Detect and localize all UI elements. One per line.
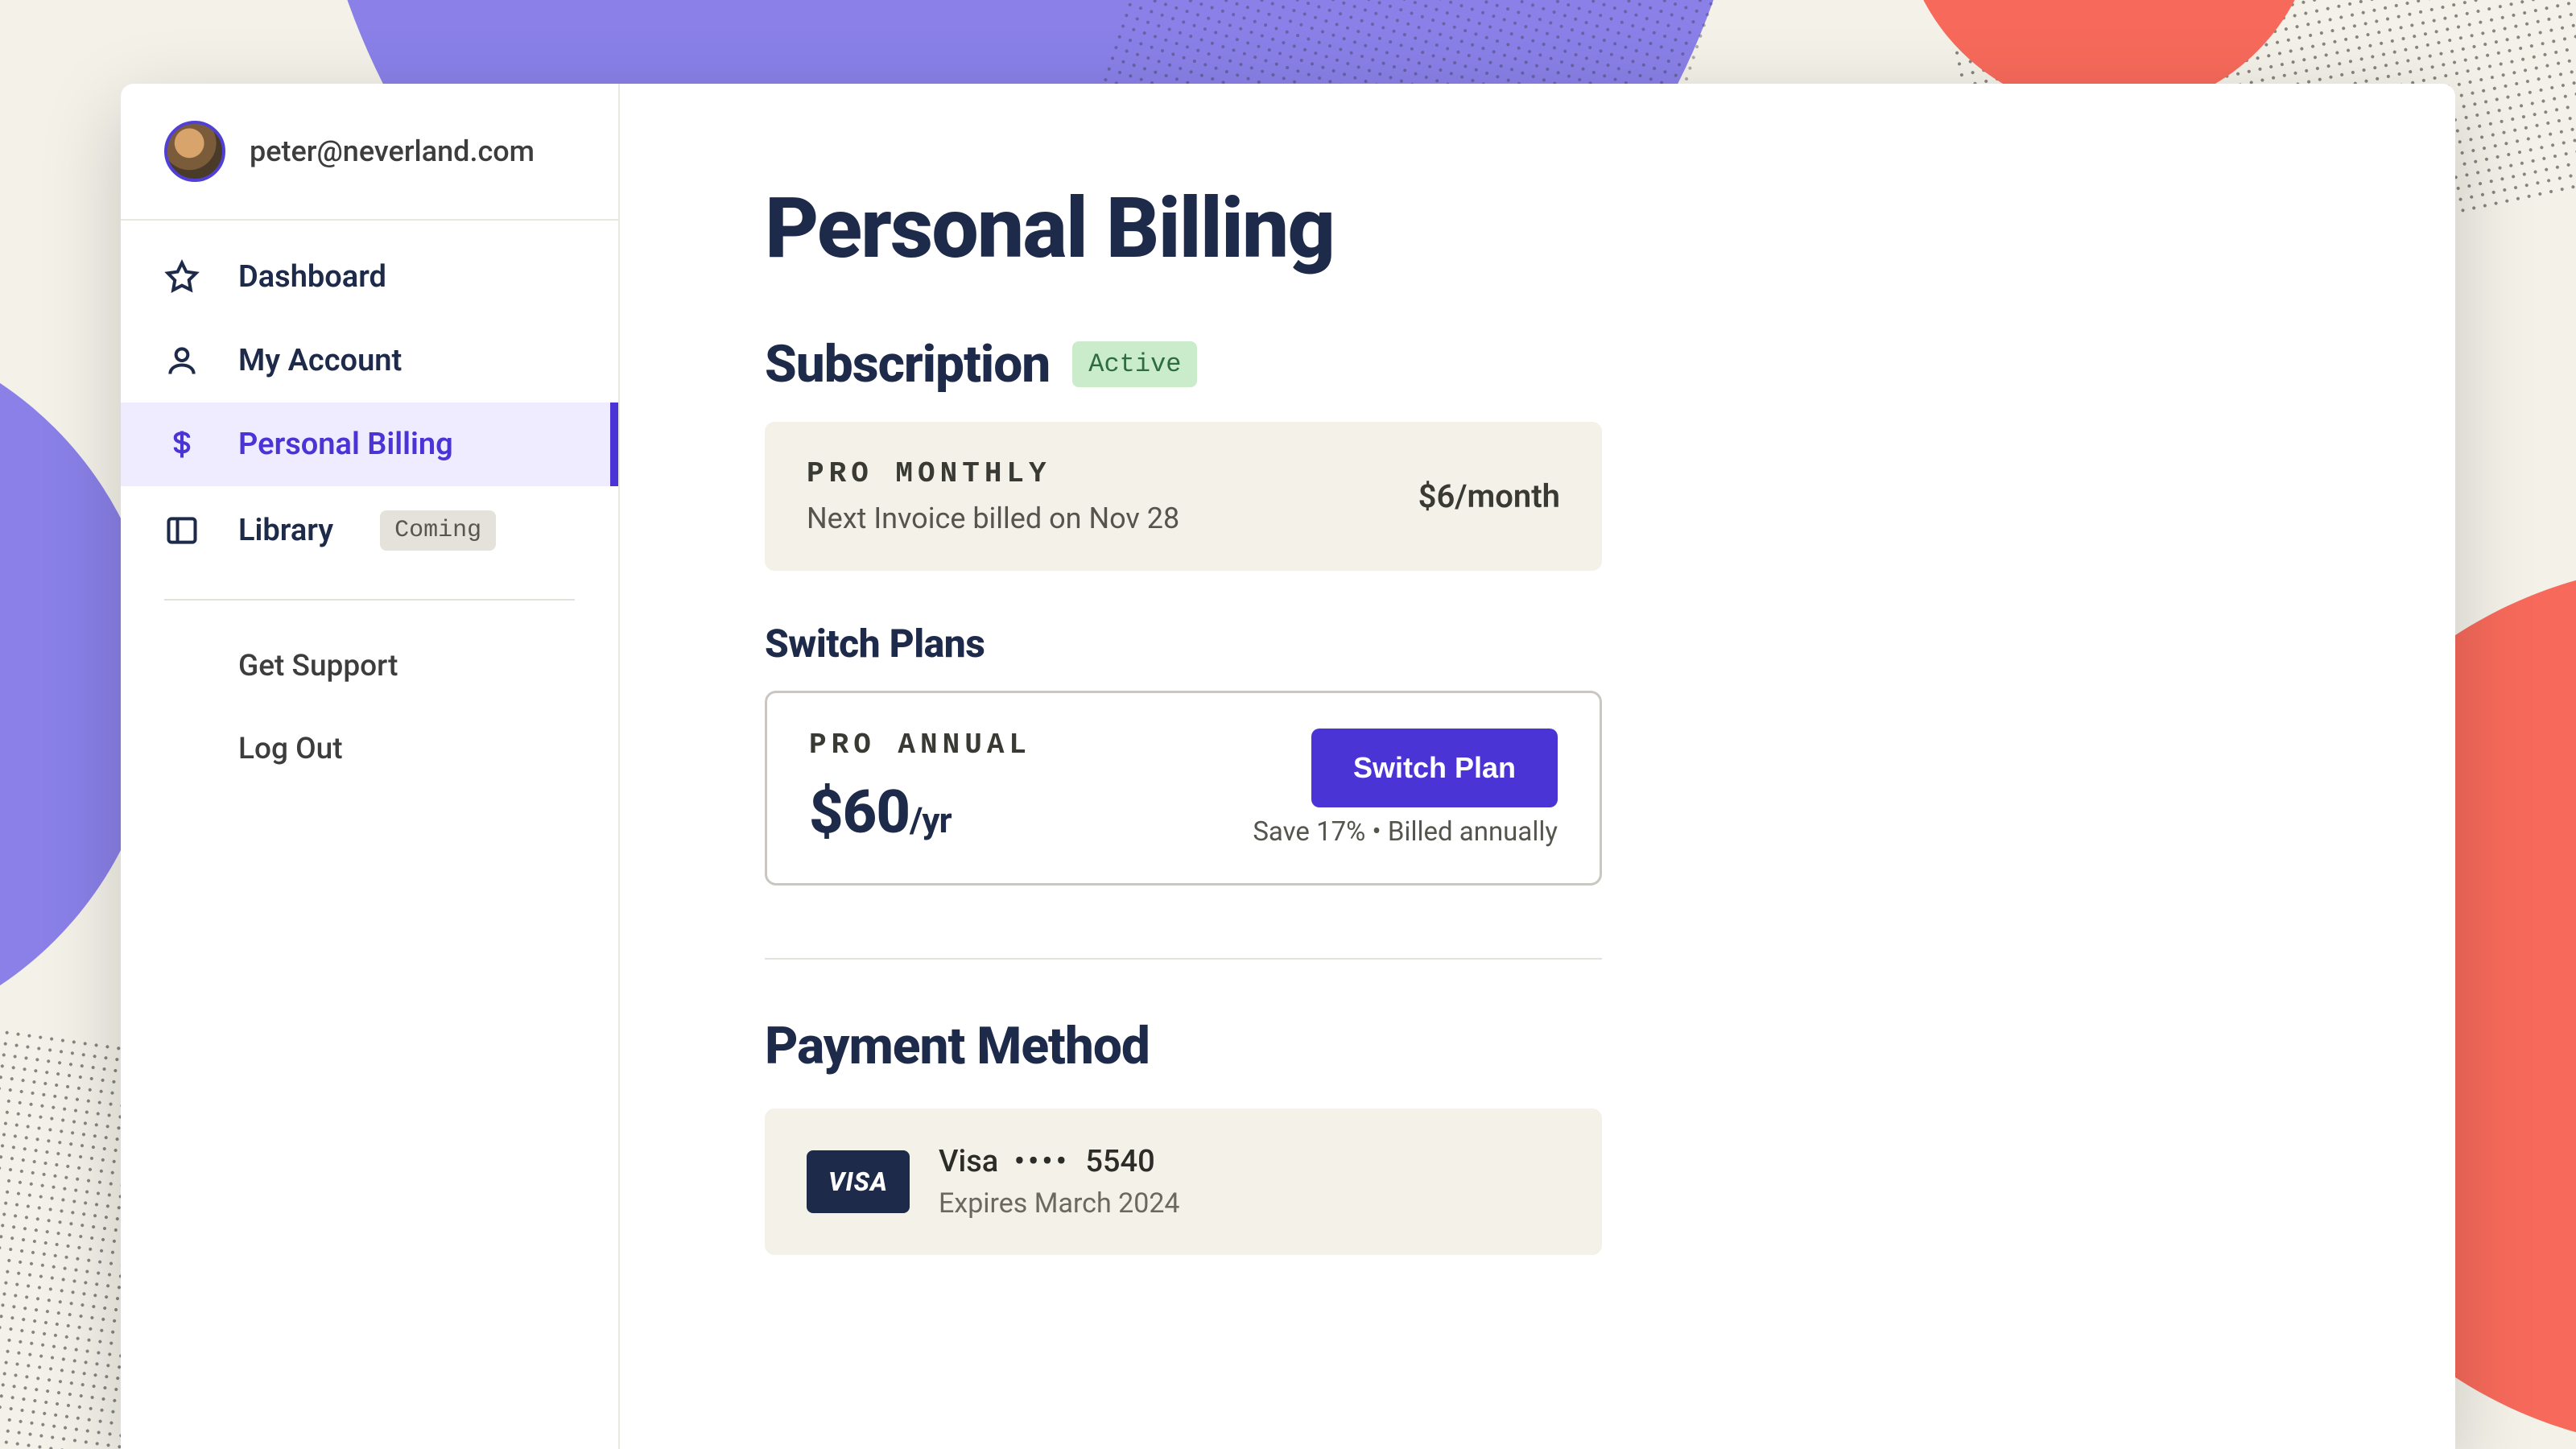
coming-badge: Coming bbox=[380, 510, 496, 551]
app-window: peter@neverland.com Dashboard My Account bbox=[121, 84, 2455, 1449]
switch-plans-heading: Switch Plans bbox=[765, 621, 2310, 667]
user-icon bbox=[164, 343, 200, 378]
card-number-line: Visa •••• 5540 bbox=[939, 1144, 1180, 1179]
next-invoice: Next Invoice billed on Nov 28 bbox=[807, 502, 1179, 535]
sidebar-item-log-out[interactable]: Log Out bbox=[121, 708, 618, 791]
card-details: Visa •••• 5540 Expires March 2024 bbox=[939, 1144, 1180, 1220]
card-expiry: Expires March 2024 bbox=[939, 1187, 1180, 1220]
panel-icon bbox=[164, 513, 200, 548]
star-icon bbox=[164, 259, 200, 295]
switch-plan-card: PRO ANNUAL $60/yr Switch Plan Save 17% •… bbox=[765, 691, 1602, 886]
sidebar-item-label: Get Support bbox=[238, 649, 398, 683]
sidebar-item-library[interactable]: Library Coming bbox=[121, 486, 618, 575]
sidebar-item-label: My Account bbox=[238, 343, 402, 378]
sidebar-item-label: Library bbox=[238, 513, 333, 548]
switch-plan-price: $60/yr bbox=[809, 778, 1031, 848]
card-last4: 5540 bbox=[1085, 1144, 1154, 1179]
sidebar-item-my-account[interactable]: My Account bbox=[121, 319, 618, 402]
price-amount: $60 bbox=[809, 778, 910, 848]
sidebar-item-label: Personal Billing bbox=[238, 427, 453, 462]
current-plan-card: PRO MONTHLY Next Invoice billed on Nov 2… bbox=[765, 422, 1602, 571]
sidebar-item-get-support[interactable]: Get Support bbox=[121, 625, 618, 708]
switch-note: Save 17% • Billed annually bbox=[1253, 816, 1558, 848]
payment-method-card: VISA Visa •••• 5540 Expires March 2024 bbox=[765, 1108, 1602, 1255]
switch-plan-info: PRO ANNUAL $60/yr bbox=[809, 729, 1031, 848]
switch-plan-name: PRO ANNUAL bbox=[809, 729, 1031, 762]
sidebar-item-label: Log Out bbox=[238, 732, 343, 766]
dollar-icon bbox=[164, 427, 200, 462]
price-period: /yr bbox=[910, 799, 952, 841]
page-title: Personal Billing bbox=[765, 180, 2310, 278]
subscription-header: Subscription Active bbox=[765, 334, 2310, 394]
card-brand: Visa bbox=[939, 1144, 998, 1179]
plan-name: PRO MONTHLY bbox=[807, 457, 1179, 490]
user-email: peter@neverland.com bbox=[250, 134, 535, 168]
primary-nav: Dashboard My Account Personal Billing Li… bbox=[121, 221, 618, 791]
plan-price: $6/month bbox=[1418, 477, 1560, 515]
user-row[interactable]: peter@neverland.com bbox=[121, 84, 618, 221]
card-brand-chip: VISA bbox=[807, 1150, 910, 1213]
main-content: Personal Billing Subscription Active PRO… bbox=[620, 84, 2455, 1449]
card-mask: •••• bbox=[1014, 1144, 1070, 1179]
sidebar-item-label: Dashboard bbox=[238, 259, 386, 295]
section-divider bbox=[765, 958, 1602, 960]
payment-method-heading: Payment Method bbox=[765, 1016, 2310, 1076]
status-badge: Active bbox=[1072, 341, 1197, 387]
sidebar-item-personal-billing[interactable]: Personal Billing bbox=[121, 402, 618, 486]
avatar bbox=[164, 121, 225, 182]
plan-info: PRO MONTHLY Next Invoice billed on Nov 2… bbox=[807, 457, 1179, 535]
switch-plan-actions: Switch Plan Save 17% • Billed annually bbox=[1253, 729, 1558, 848]
sidebar-item-dashboard[interactable]: Dashboard bbox=[121, 235, 618, 319]
subscription-heading: Subscription bbox=[765, 334, 1050, 394]
sidebar: peter@neverland.com Dashboard My Account bbox=[121, 84, 620, 1449]
nav-divider bbox=[164, 599, 575, 601]
switch-plan-button[interactable]: Switch Plan bbox=[1311, 729, 1558, 807]
secondary-nav: Get Support Log Out bbox=[121, 625, 618, 791]
